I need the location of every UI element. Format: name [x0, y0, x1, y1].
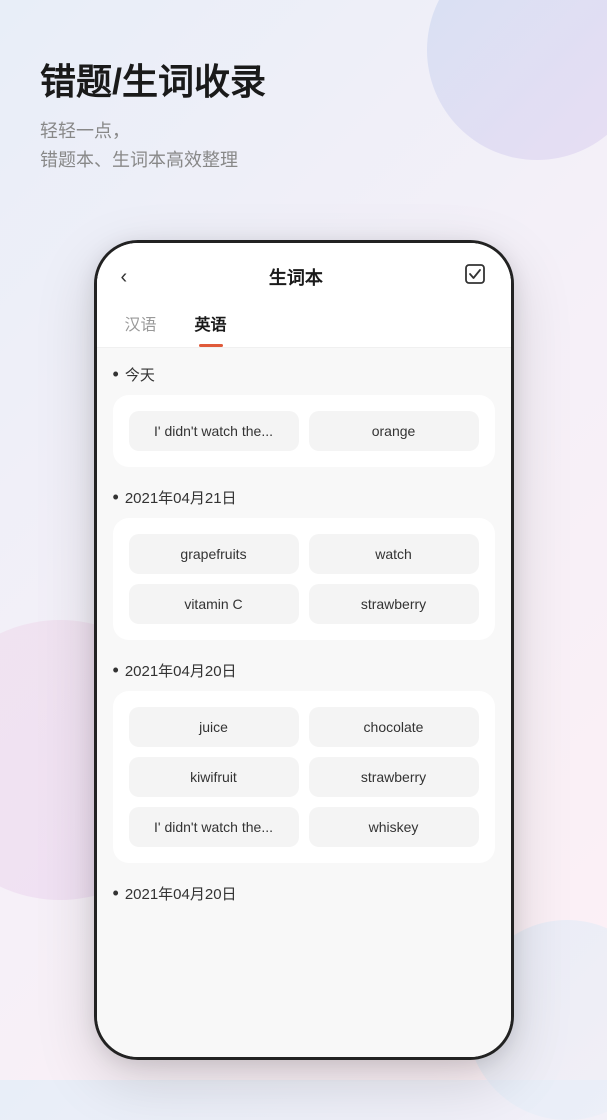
nav-bar: ‹ 生词本: [97, 243, 511, 303]
word-chip[interactable]: whiskey: [309, 807, 479, 847]
section-label-today: 今天: [113, 364, 495, 385]
action-button[interactable]: [464, 263, 486, 291]
word-group-0420: juice chocolate kiwifruit strawberry I' …: [113, 691, 495, 863]
page-subtitle: 轻轻一点， 错题本、生词本高效整理: [40, 117, 567, 175]
word-group-0421: grapefruits watch vitamin C strawberry: [113, 518, 495, 640]
page-title: 错题/生词收录: [40, 60, 567, 103]
tabs-bar: 汉语 英语: [97, 303, 511, 348]
tab-english[interactable]: 英语: [191, 303, 231, 347]
section-label-0420: 2021年04月20日: [113, 660, 495, 681]
header-section: 错题/生词收录 轻轻一点， 错题本、生词本高效整理: [0, 0, 607, 195]
word-chip[interactable]: orange: [309, 411, 479, 451]
word-chip[interactable]: vitamin C: [129, 584, 299, 624]
word-chip[interactable]: watch: [309, 534, 479, 574]
word-chip[interactable]: I' didn't watch the...: [129, 411, 299, 451]
content-area: 今天 I' didn't watch the... orange 2021年04…: [97, 348, 511, 1057]
tab-chinese[interactable]: 汉语: [121, 303, 161, 347]
word-chip[interactable]: strawberry: [309, 757, 479, 797]
word-chip[interactable]: I' didn't watch the...: [129, 807, 299, 847]
word-chip[interactable]: grapefruits: [129, 534, 299, 574]
section-label-0420b: 2021年04月20日: [113, 883, 495, 904]
section-label-0421: 2021年04月21日: [113, 487, 495, 508]
word-chip[interactable]: juice: [129, 707, 299, 747]
word-chip[interactable]: kiwifruit: [129, 757, 299, 797]
word-chip[interactable]: chocolate: [309, 707, 479, 747]
nav-title: 生词本: [269, 264, 323, 290]
word-chip[interactable]: strawberry: [309, 584, 479, 624]
phone-screen: ‹ 生词本 汉语 英语 今天 I' didn't watch the.: [97, 243, 511, 1057]
word-group-today: I' didn't watch the... orange: [113, 395, 495, 467]
back-button[interactable]: ‹: [121, 266, 128, 289]
phone-mockup: ‹ 生词本 汉语 英语 今天 I' didn't watch the.: [94, 240, 514, 1060]
